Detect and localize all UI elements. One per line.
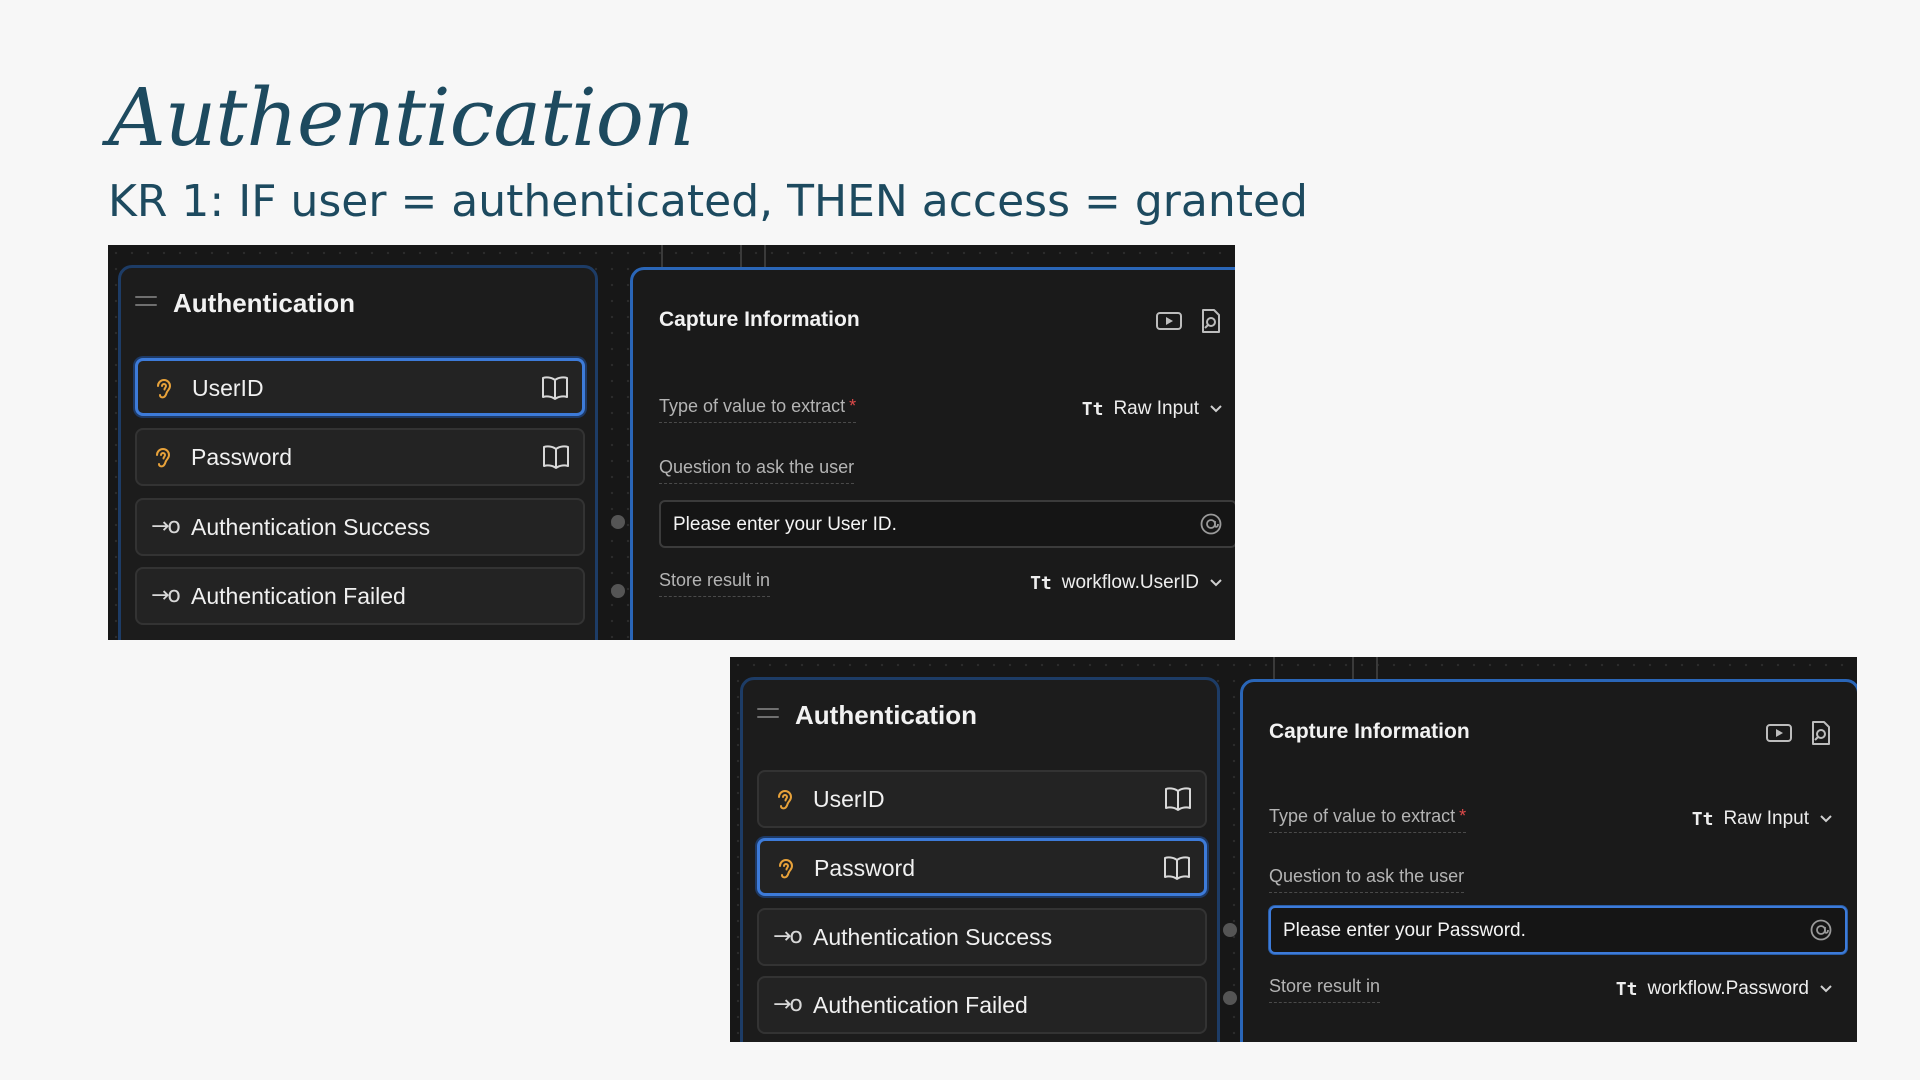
type-of-value-select[interactable]: Tt Raw Input (1692, 808, 1833, 830)
connector-line (1376, 657, 1378, 681)
select-value: Raw Input (1723, 808, 1809, 829)
select-value: workflow.UserID (1061, 572, 1199, 593)
arrow-port-icon: →o (773, 992, 803, 1017)
video-icon[interactable] (1155, 308, 1183, 334)
chevron-down-icon (1210, 405, 1222, 413)
authentication-node[interactable]: Authentication UserID Password →o Authen… (740, 677, 1220, 1042)
type-of-value-select[interactable]: Tt Raw Input (1082, 398, 1223, 420)
node-item-auth-success[interactable]: →o Authentication Success (757, 908, 1207, 966)
text-type-icon: Tt (1615, 978, 1638, 1000)
arrow-port-icon: →o (151, 514, 181, 539)
node-item-label: Authentication Failed (191, 583, 406, 609)
text-type-icon: Tt (1081, 398, 1104, 420)
node-item-auth-failed[interactable]: →o Authentication Failed (757, 976, 1207, 1034)
book-icon[interactable] (1163, 786, 1193, 812)
output-port[interactable] (1223, 923, 1237, 937)
slide-title: Authentication (108, 71, 694, 164)
question-input[interactable]: Please enter your Password. (1269, 906, 1847, 954)
video-icon[interactable] (1765, 720, 1793, 746)
connector-line (740, 245, 742, 269)
at-sign-icon[interactable] (1199, 512, 1223, 536)
store-result-label: Store result in (659, 570, 771, 597)
node-item-userid[interactable]: UserID (135, 358, 585, 416)
ear-icon (157, 379, 172, 399)
output-port[interactable] (611, 515, 625, 529)
node-item-label: Authentication Failed (813, 992, 1028, 1018)
chevron-down-icon (1210, 579, 1222, 587)
panel-title: Capture Information (1269, 720, 1470, 743)
output-port[interactable] (1223, 991, 1237, 1005)
capture-information-panel: Capture Information Type of value to ext… (630, 267, 1235, 640)
book-icon[interactable] (1162, 855, 1192, 881)
book-icon[interactable] (540, 375, 570, 401)
capture-information-panel: Capture Information Type of value to ext… (1240, 679, 1857, 1042)
workflow-screenshot-password: Authentication UserID Password →o Authen… (730, 657, 1857, 1042)
arrow-port-icon: →o (151, 583, 181, 608)
chevron-down-icon (1820, 815, 1832, 823)
slide-subtitle: KR 1: IF user = authenticated, THEN acce… (108, 176, 1308, 227)
node-item-label: Password (191, 444, 292, 470)
ear-icon (156, 448, 171, 468)
node-item-password[interactable]: Password (757, 838, 1207, 896)
question-input-value: Please enter your User ID. (673, 514, 897, 535)
connector-line (1352, 657, 1354, 681)
question-input-value: Please enter your Password. (1283, 920, 1526, 941)
search-doc-icon[interactable] (1807, 720, 1835, 746)
node-item-label: Authentication Success (813, 924, 1053, 950)
node-item-label: UserID (192, 375, 264, 401)
drag-handle-icon[interactable] (135, 296, 157, 308)
chevron-down-icon (1820, 985, 1832, 993)
text-type-icon: Tt (1030, 572, 1052, 594)
search-doc-icon[interactable] (1197, 308, 1225, 334)
select-value: Raw Input (1113, 398, 1199, 419)
panel-title: Capture Information (659, 308, 860, 331)
node-item-password[interactable]: Password (135, 428, 585, 486)
store-result-select[interactable]: Tt workflow.UserID (1030, 572, 1223, 594)
node-header: Authentication (121, 268, 595, 348)
at-sign-icon[interactable] (1809, 918, 1833, 942)
store-result-label: Store result in (1269, 976, 1381, 1003)
connector-line (764, 245, 766, 269)
question-label: Question to ask the user (1269, 866, 1465, 893)
node-title: Authentication (173, 288, 355, 318)
select-value: workflow.Password (1647, 978, 1809, 999)
connector-line (1273, 657, 1275, 681)
node-item-label: Authentication Success (191, 514, 431, 540)
book-icon[interactable] (541, 444, 571, 470)
question-input[interactable]: Please enter your User ID. (659, 500, 1235, 548)
node-title: Authentication (795, 700, 977, 730)
node-item-auth-failed[interactable]: →o Authentication Failed (135, 567, 585, 625)
workflow-screenshot-userid: Authentication UserID Password →o Authen… (108, 245, 1235, 640)
type-of-value-label: Type of value to extract * (1269, 806, 1467, 833)
text-type-icon: Tt (1691, 808, 1714, 830)
question-label: Question to ask the user (659, 457, 855, 484)
authentication-node[interactable]: Authentication UserID Password →o Authen… (118, 265, 598, 640)
node-item-label: UserID (813, 786, 885, 812)
required-marker: * (1459, 806, 1467, 826)
ear-icon (778, 790, 793, 810)
required-marker: * (849, 396, 857, 416)
drag-handle-icon[interactable] (757, 708, 779, 720)
ear-icon (779, 859, 794, 879)
store-result-select[interactable]: Tt workflow.Password (1616, 978, 1833, 1000)
type-of-value-label: Type of value to extract * (659, 396, 857, 423)
node-item-label: Password (814, 855, 915, 881)
node-header: Authentication (743, 680, 1217, 760)
output-port[interactable] (611, 584, 625, 598)
node-item-auth-success[interactable]: →o Authentication Success (135, 498, 585, 556)
arrow-port-icon: →o (773, 924, 803, 949)
node-item-userid[interactable]: UserID (757, 770, 1207, 828)
connector-line (661, 245, 663, 269)
